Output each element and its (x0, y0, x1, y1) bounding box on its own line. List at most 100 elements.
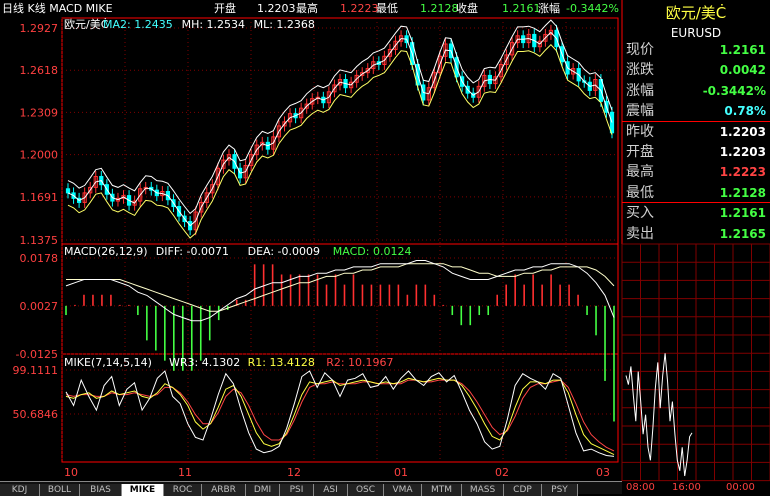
quote-label: 最低 (626, 184, 654, 201)
low-value: 1.2128 (420, 2, 459, 15)
candle-down (609, 111, 615, 134)
y-tick-label: 0.0027 (20, 300, 59, 313)
quote-row: 开盘 1.2203 (622, 142, 770, 163)
mike-legend-item: R2: 10.1967 (326, 356, 393, 369)
y-tick-label: 99.1111 (13, 364, 59, 377)
y-tick-label: 1.2000 (20, 149, 59, 162)
open-label: 开盘 (214, 2, 236, 15)
panel-border (61, 243, 619, 355)
kline-legend-item: MH: 1.2534 (182, 18, 245, 31)
mike-panel (65, 370, 615, 457)
quote-value: 0.0042 (719, 63, 766, 78)
x-tick-label: 11 (178, 466, 192, 479)
quote-label: 买入 (626, 205, 654, 222)
mike-r2-line (65, 379, 615, 452)
quote-label: 涨跌 (626, 62, 654, 79)
close-value: 1.2161 (502, 2, 541, 15)
ml-line (67, 43, 613, 239)
diff-line (65, 260, 615, 322)
y-tick-label: -0.0125 (16, 348, 58, 361)
kline-legend-item: ML: 1.2368 (254, 18, 315, 31)
macd-legend-item: MACD(26,12,9) (64, 245, 148, 258)
x-tick-label: 03 (596, 466, 610, 479)
quote-row: 涨跌 0.0042 (622, 60, 770, 81)
dea-line (66, 263, 615, 312)
quote-row: 震幅 0.78% (622, 101, 770, 122)
quote-value: 1.2161 (719, 43, 766, 57)
tab-asi[interactable]: ASI (314, 484, 348, 496)
intraday-time-label: 08:00 (626, 482, 655, 493)
quote-sidebar: 欧元/美Ċ EURUSD 现价 1.2161 涨跌 0.0042 涨幅 -0.3442% 震… (622, 0, 770, 493)
quote-label: 震幅 (626, 103, 654, 120)
tab-psi[interactable]: PSI (280, 484, 314, 496)
chart-title: 日线 K线 MACD MIKE (2, 2, 113, 15)
x-tick-label: 10 (64, 466, 78, 479)
macd-legend-item: MACD: 0.0124 (333, 245, 412, 258)
kline-panel (65, 19, 615, 239)
close-label: 收盘 (456, 2, 478, 15)
y-tick-label: 1.1375 (20, 234, 59, 247)
quote-row: 买入 1.2161 (622, 203, 770, 224)
tab-mass[interactable]: MASS (462, 484, 504, 496)
mh-line (67, 19, 613, 215)
tab-boll[interactable]: BOLL (40, 484, 80, 496)
tab-cdp[interactable]: CDP (504, 484, 542, 496)
quote-label: 开盘 (626, 144, 654, 160)
y-tick-label: 0.0178 (20, 252, 59, 265)
macd-legend-item: DEA: -0.0009 (248, 245, 320, 258)
tab-kdj[interactable]: KDJ (0, 484, 40, 496)
quote-label: 卖出 (626, 225, 654, 242)
macd-legend-item: DIFF: -0.0071 (156, 245, 229, 258)
candle-down (65, 188, 71, 194)
quote-row: 现价 1.2161 (622, 40, 770, 61)
quote-row: 最低 1.2128 (622, 183, 770, 204)
y-tick-label: 1.2618 (20, 64, 59, 77)
tab-roc[interactable]: ROC (164, 484, 202, 496)
tab-mtm[interactable]: MTM (422, 484, 462, 496)
quote-value: 1.2223 (719, 165, 766, 180)
y-tick-label: 50.6846 (13, 408, 59, 421)
change-value: -0.3442% (566, 2, 619, 15)
quote-label: 涨幅 (626, 82, 654, 99)
mike-legend-item: MIKE(7,14,5,14) (64, 356, 152, 369)
quote-row: 涨幅 -0.3442% (622, 81, 770, 102)
tab-arbr[interactable]: ARBR (202, 484, 246, 496)
tab-osc[interactable]: OSC (348, 484, 384, 496)
header-bar: 日线 K线 MACD MIKE 开盘 1.2203 最高 1.2223 最低 1… (0, 0, 622, 18)
quote-value: 1.2161 (719, 206, 766, 221)
quote-row: 卖出 1.2165 (622, 224, 770, 245)
quote-row: 昨收 1.2203 (622, 122, 770, 143)
tab-dmi[interactable]: DMI (246, 484, 280, 496)
mike-legend-item: WR3: 4.1302 (169, 356, 240, 369)
quote-value: 1.2203 (719, 145, 766, 159)
quote-row: 最高 1.2223 (622, 162, 770, 183)
axis-labels: 1.2927 1.2618 1.2309 1.2000 1.1691 1.1375 欧元/美… (13, 18, 611, 479)
open-value: 1.2203 (257, 2, 296, 15)
y-tick-label: 1.2927 (20, 22, 59, 35)
y-tick-label: 1.2309 (20, 106, 59, 119)
tab-psy[interactable]: PSY (542, 484, 578, 496)
tab-bias[interactable]: BIAS (80, 484, 122, 496)
quote-label: 昨收 (626, 123, 654, 140)
tab-mike[interactable]: MIKE (122, 484, 164, 496)
quote-value: 1.2165 (719, 226, 766, 241)
mike-legend-item: R1: 13.4128 (248, 356, 315, 369)
quote-value: 0.78% (724, 104, 766, 119)
tab-vma[interactable]: VMA (384, 484, 422, 496)
kline-legend-item: 欧元/美Ċ (64, 18, 109, 31)
mike-r1-line (65, 377, 615, 456)
indicator-tab-bar: KDJ BOLL BIAS MIKE ROC ARBR DMI PSI ASI OSC VMA MTM… (0, 481, 622, 496)
high-value: 1.2223 (340, 2, 379, 15)
low-label: 最低 (376, 2, 398, 15)
symbol-name: 欧元/美Ċ (665, 4, 727, 22)
y-tick-label: 1.1691 (20, 191, 59, 204)
x-tick-label: 12 (287, 466, 301, 479)
intraday-time-label: 00:00 (726, 482, 755, 493)
high-label: 最高 (296, 2, 318, 15)
x-tick-label: 02 (495, 466, 509, 479)
intraday-time-label: 16:00 (672, 482, 701, 493)
quote-value: 1.2203 (719, 124, 766, 139)
kline-legend-item: MA2: 1.2435 (103, 18, 173, 31)
quote-label: 现价 (626, 42, 654, 58)
x-tick-label: 01 (394, 466, 408, 479)
